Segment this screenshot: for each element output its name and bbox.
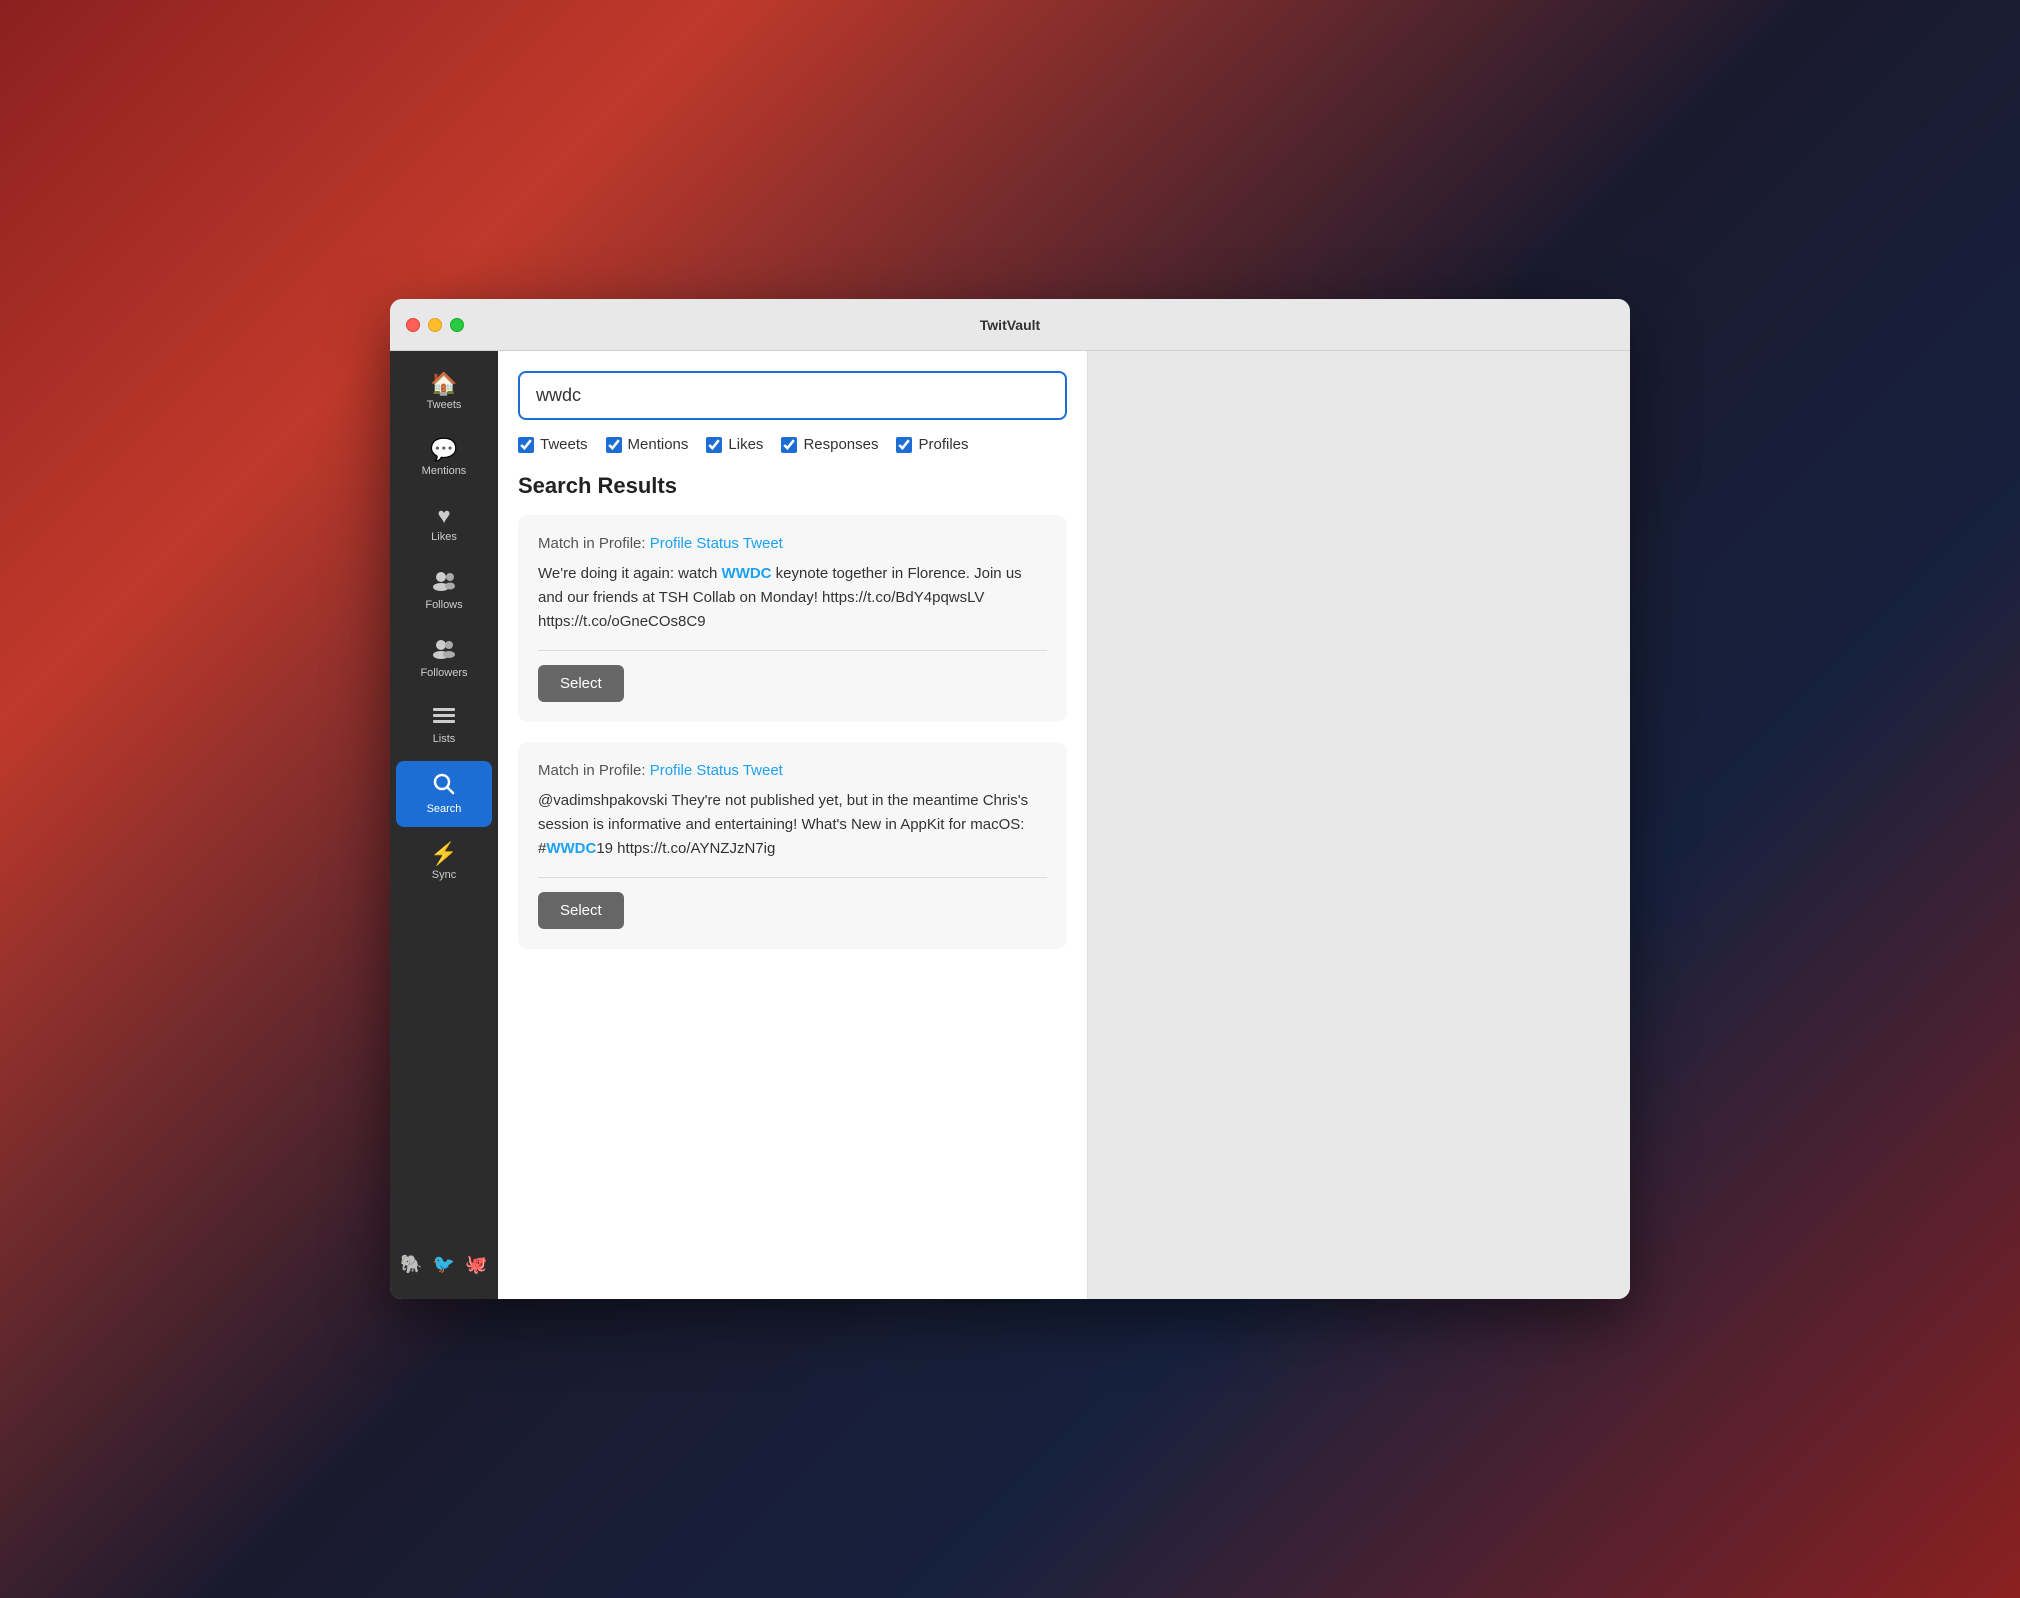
github-icon[interactable]: 🐙 xyxy=(465,1254,487,1275)
maximize-button[interactable] xyxy=(450,318,464,332)
sidebar-label-follows: Follows xyxy=(425,599,462,611)
result-card-2: Match in Profile: Profile Status Tweet @… xyxy=(518,742,1067,949)
result-divider-1 xyxy=(538,650,1047,651)
sidebar-item-lists[interactable]: Lists xyxy=(396,695,492,757)
result-highlight-2: WWDC xyxy=(546,840,596,857)
mastodon-icon[interactable]: 🐘 xyxy=(400,1254,422,1275)
result-divider-2 xyxy=(538,877,1047,878)
sidebar-item-tweets[interactable]: 🏠 Tweets xyxy=(396,361,492,423)
filter-profiles-label: Profiles xyxy=(918,436,968,453)
content-area: Tweets Mentions Likes Responses xyxy=(498,351,1630,1299)
sidebar-label-mentions: Mentions xyxy=(422,465,467,477)
result-match-label-2: Match in Profile: Profile Status Tweet xyxy=(538,762,1047,779)
filter-responses-checkbox[interactable] xyxy=(781,437,797,453)
search-input[interactable] xyxy=(518,371,1067,420)
sidebar-item-mentions[interactable]: 💬 Mentions xyxy=(396,427,492,489)
sidebar-label-followers: Followers xyxy=(420,667,467,679)
sidebar-label-lists: Lists xyxy=(433,733,456,745)
title-bar: TwitVault xyxy=(390,299,1630,351)
results-title: Search Results xyxy=(518,473,1067,499)
minimize-button[interactable] xyxy=(428,318,442,332)
followers-icon xyxy=(433,639,455,663)
sidebar-label-search: Search xyxy=(427,803,462,815)
filter-likes-label: Likes xyxy=(728,436,763,453)
result-match-link-1[interactable]: Profile Status Tweet xyxy=(650,535,783,552)
sidebar-item-search[interactable]: Search xyxy=(396,761,492,827)
filter-profiles-checkbox[interactable] xyxy=(896,437,912,453)
sidebar-label-likes: Likes xyxy=(431,531,457,543)
twitter-icon[interactable]: 🐦 xyxy=(433,1254,455,1275)
result-highlight-1: WWDC xyxy=(722,565,772,582)
result-match-link-2[interactable]: Profile Status Tweet xyxy=(650,762,783,779)
search-input-wrapper xyxy=(518,371,1067,420)
sidebar: 🏠 Tweets 💬 Mentions ♥ Likes xyxy=(390,351,498,1299)
follows-icon xyxy=(433,571,455,595)
traffic-lights xyxy=(406,318,464,332)
filter-mentions-checkbox[interactable] xyxy=(606,437,622,453)
filter-responses[interactable]: Responses xyxy=(781,436,878,453)
main-layout: 🏠 Tweets 💬 Mentions ♥ Likes xyxy=(390,351,1630,1299)
home-icon: 🏠 xyxy=(430,373,457,395)
result-text-before-1: We're doing it again: watch xyxy=(538,565,722,582)
sidebar-item-followers[interactable]: Followers xyxy=(396,627,492,691)
filter-tweets-checkbox[interactable] xyxy=(518,437,534,453)
window-title: TwitVault xyxy=(980,317,1040,333)
result-text-2: @vadimshpakovski They're not published y… xyxy=(538,789,1047,861)
filter-profiles[interactable]: Profiles xyxy=(896,436,968,453)
filter-row: Tweets Mentions Likes Responses xyxy=(518,436,1067,453)
result-text-1: We're doing it again: watch WWDC keynote… xyxy=(538,562,1047,634)
search-panel: Tweets Mentions Likes Responses xyxy=(498,351,1088,1299)
sidebar-item-sync[interactable]: ⚡ Sync xyxy=(396,831,492,893)
filter-mentions[interactable]: Mentions xyxy=(606,436,689,453)
mentions-icon: 💬 xyxy=(430,439,457,461)
select-button-2[interactable]: Select xyxy=(538,892,624,929)
filter-likes[interactable]: Likes xyxy=(706,436,763,453)
search-icon xyxy=(433,773,455,799)
close-button[interactable] xyxy=(406,318,420,332)
sidebar-item-likes[interactable]: ♥ Likes xyxy=(396,493,492,555)
filter-mentions-label: Mentions xyxy=(628,436,689,453)
filter-tweets-label: Tweets xyxy=(540,436,588,453)
app-window: TwitVault 🏠 Tweets 💬 Mentions ♥ Likes xyxy=(390,299,1630,1299)
filter-responses-label: Responses xyxy=(803,436,878,453)
select-button-1[interactable]: Select xyxy=(538,665,624,702)
result-text-after-2: 19 https://t.co/AYNZJzN7ig xyxy=(596,840,775,857)
result-card: Match in Profile: Profile Status Tweet W… xyxy=(518,515,1067,722)
sidebar-bottom: 🐘 🐦 🐙 xyxy=(392,1246,495,1283)
filter-tweets[interactable]: Tweets xyxy=(518,436,588,453)
right-panel xyxy=(1088,351,1630,1299)
filter-likes-checkbox[interactable] xyxy=(706,437,722,453)
likes-icon: ♥ xyxy=(437,505,450,527)
sidebar-item-follows[interactable]: Follows xyxy=(396,559,492,623)
sidebar-label-tweets: Tweets xyxy=(427,399,462,411)
lists-icon xyxy=(433,707,455,729)
result-match-label-1: Match in Profile: Profile Status Tweet xyxy=(538,535,1047,552)
sidebar-label-sync: Sync xyxy=(432,869,456,881)
sync-icon: ⚡ xyxy=(430,843,457,865)
